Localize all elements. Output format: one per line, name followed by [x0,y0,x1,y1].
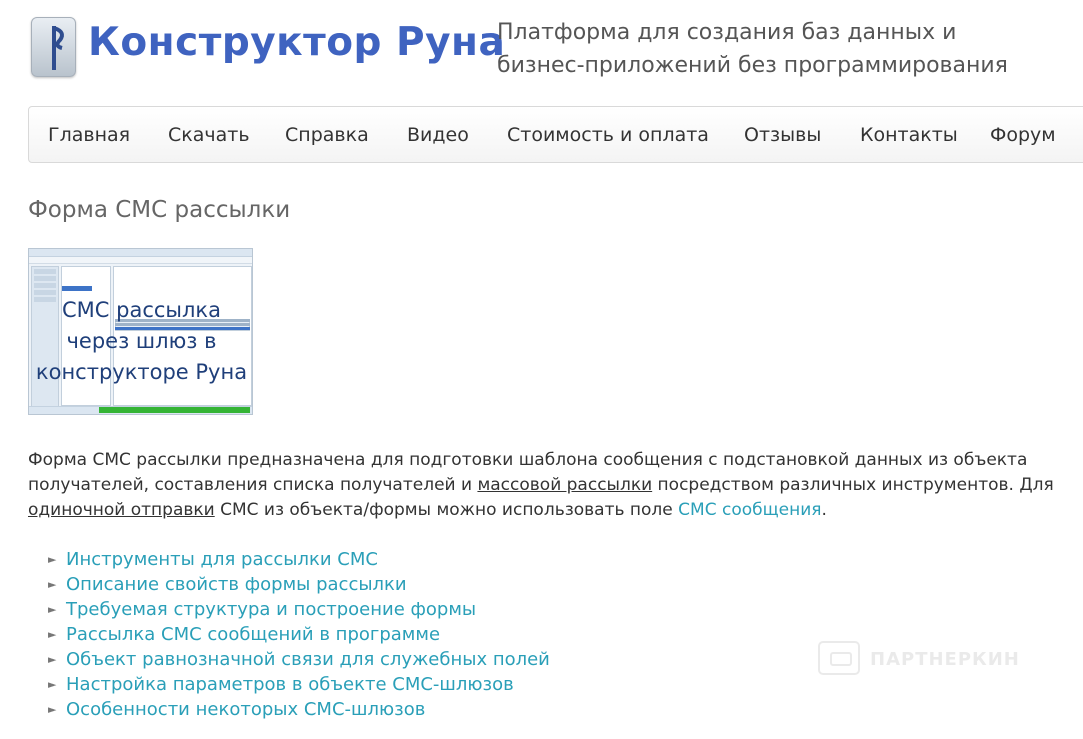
thumbnail-selected-row [62,286,92,291]
nav-item-contacts[interactable]: Контакты [860,124,958,146]
thumbnail-progress-bar [99,407,250,413]
toc-item: ► Настройка параметров в объекте СМС-шлюз… [48,672,550,697]
tagline-line-2: бизнес-приложений без программирования [497,53,1008,78]
triangle-bullet-icon: ► [48,653,57,666]
toc-link-gateway-settings[interactable]: Настройка параметров в объекте СМС-шлюзо… [66,674,514,695]
toc-link-form-properties[interactable]: Описание свойств формы рассылки [66,574,407,595]
toc-link-equivalent-link-object[interactable]: Объект равнозначной связи для служебных … [66,649,550,670]
triangle-bullet-icon: ► [48,603,57,616]
thumbnail-titlebar [29,249,252,257]
thumbnail-caption-line-3: конструкторе Руна [35,360,248,384]
single-send-link[interactable]: одиночной отправки [28,500,215,520]
description-text: СМС из объекта/формы можно использовать … [214,500,679,520]
nav-item-help[interactable]: Справка [285,124,369,146]
page-title: Форма СМС рассылки [28,197,291,223]
nav-item-pricing[interactable]: Стоимость и оплата [507,124,709,146]
toc-item: ► Особенности некоторых СМС-шлюзов [48,697,550,722]
mass-mailing-link[interactable]: массовой рассылки [477,475,652,495]
thumbnail-caption-line-2: через шлюз в [66,329,217,353]
triangle-bullet-icon: ► [48,703,57,716]
toc-item: ► Рассылка СМС сообщений в программе [48,622,550,647]
triangle-bullet-icon: ► [48,578,57,591]
main-navigation: Главная Скачать Справка Видео Стоимость … [28,106,1083,163]
nav-item-video[interactable]: Видео [407,124,469,146]
form-description: Форма СМС рассылки предназначена для под… [28,448,1078,523]
nav-item-download[interactable]: Скачать [168,124,250,146]
description-text: . [821,500,827,520]
nav-item-reviews[interactable]: Отзывы [744,124,821,146]
tagline-line-1: Платформа для создания баз данных и [497,20,957,45]
watermark: ПАРТНЕРКИН [818,641,1058,681]
table-of-contents: ► Инструменты для рассылки СМС ► Описание … [48,547,550,722]
triangle-bullet-icon: ► [48,628,57,641]
site-tagline: Платформа для создания баз данных и бизн… [497,16,1057,82]
site-logo-text[interactable]: Конструктор Руна [88,20,505,65]
toc-item: ► Объект равнозначной связи для служебных… [48,647,550,672]
triangle-bullet-icon: ► [48,678,57,691]
nav-item-home[interactable]: Главная [48,124,130,146]
toc-link-sms-tools[interactable]: Инструменты для рассылки СМС [66,549,378,570]
watermark-logo-icon [818,641,860,675]
toc-item: ► Описание свойств формы рассылки [48,572,550,597]
toc-item: ► Требуемая структура и построение формы [48,597,550,622]
description-text: посредством различных инструментов. Для [652,475,1054,495]
triangle-bullet-icon: ► [48,553,57,566]
toc-link-form-structure[interactable]: Требуемая структура и построение формы [66,599,476,620]
nav-item-forum[interactable]: Форум [990,124,1056,146]
thumbnail-caption-line-1: СМС рассылка [62,298,221,322]
rune-logo-icon[interactable] [31,17,76,77]
toc-item: ► Инструменты для рассылки СМС [48,547,550,572]
watermark-text: ПАРТНЕРКИН [870,649,1020,670]
sms-field-link[interactable]: СМС сообщения [678,500,821,520]
thumbnail-caption: СМС рассылка через шлюз в конструкторе Р… [29,295,252,388]
video-thumbnail[interactable]: СМС рассылка через шлюз в конструкторе Р… [28,248,253,415]
thumbnail-menubar [29,257,252,264]
toc-link-sms-sending[interactable]: Рассылка СМС сообщений в программе [66,624,440,645]
toc-link-gateway-features[interactable]: Особенности некоторых СМС-шлюзов [66,699,425,720]
site-header: Конструктор Руна Платформа для создания … [0,0,1083,100]
